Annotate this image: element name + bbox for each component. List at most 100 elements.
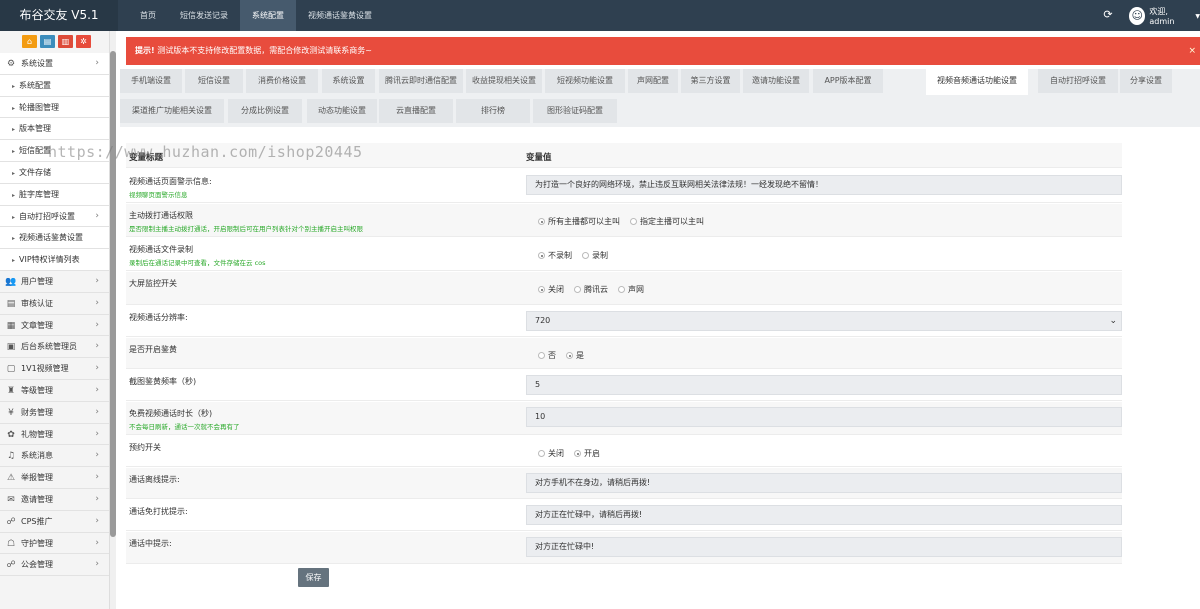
tab[interactable]: 第三方设置 xyxy=(681,69,740,93)
resolution-select[interactable]: 720 ⌄ xyxy=(526,311,1122,331)
radio-option[interactable]: 是 xyxy=(566,350,584,361)
refresh-icon[interactable]: ⟳ xyxy=(1102,9,1114,21)
tab[interactable]: 云直播配置 xyxy=(379,99,453,123)
sidebar-item[interactable]: ⚠ 举报管理 › xyxy=(0,467,109,489)
avatar[interactable]: ☺ xyxy=(1129,7,1146,25)
radio-option[interactable]: 不录制 xyxy=(538,250,572,261)
radio-option[interactable]: 所有主播都可以主叫 xyxy=(538,216,620,227)
radio-option[interactable]: 关闭 xyxy=(538,284,564,295)
radio-button[interactable] xyxy=(574,286,581,293)
radio-button[interactable] xyxy=(538,252,545,259)
radio-button[interactable] xyxy=(574,450,581,457)
tab[interactable]: 图形验证码配置 xyxy=(533,99,617,123)
radio-option[interactable]: 开启 xyxy=(574,448,600,459)
radio-option[interactable]: 腾讯云 xyxy=(574,284,608,295)
users-icon: 👥 xyxy=(5,276,17,287)
sidebar-item[interactable]: ▤ 审核认证 › xyxy=(0,293,109,315)
caret-right-icon: ▸ xyxy=(12,169,16,177)
radio-button[interactable] xyxy=(538,450,545,457)
topnav-item[interactable]: 短信发送记录 xyxy=(168,0,240,31)
tab[interactable]: 邀请功能设置 xyxy=(743,69,809,93)
sidebar-item[interactable]: ☍ CPS推广 › xyxy=(0,511,109,533)
text-input[interactable]: 对方手机不在身边，请稍后再拨! xyxy=(526,473,1122,493)
text-input[interactable]: 对方正在忙碌中，请稍后再拨! xyxy=(526,505,1122,525)
user-menu[interactable]: ☺ 欢迎, admin ▼ xyxy=(1129,6,1200,26)
form-row: 视频通话分辨率: 720 ⌄ xyxy=(126,306,1122,337)
tab[interactable]: 短视频功能设置 xyxy=(545,69,625,93)
tab[interactable]: 手机端设置 xyxy=(120,69,182,93)
app-title[interactable]: 布谷交友 V5.1 xyxy=(0,0,118,31)
sidebar-item[interactable]: ☖ 守护管理 › xyxy=(0,533,109,555)
tab[interactable]: 消费价格设置 xyxy=(246,69,318,93)
bell-icon: ♫ xyxy=(6,451,16,462)
radio-button[interactable] xyxy=(538,352,545,359)
text-input[interactable]: 5 xyxy=(526,375,1122,395)
tab[interactable]: 视频音频通话功能设置 xyxy=(926,69,1028,95)
sidebar-item[interactable]: 👥 用户管理 › xyxy=(0,271,109,293)
tab[interactable]: 分成比例设置 xyxy=(228,99,302,123)
sidebar-item[interactable]: ▸ 自动打招呼设置 › xyxy=(0,205,109,228)
tab[interactable]: APP版本配置 xyxy=(813,69,883,93)
trash-icon[interactable]: ▥ xyxy=(58,35,73,48)
sidebar-item[interactable]: ¥ 财务管理 › xyxy=(0,402,109,424)
sidebar-item[interactable]: ▸ 轮播图管理 xyxy=(0,96,109,119)
settings-icon[interactable]: ✲ xyxy=(76,35,91,48)
sidebar-item[interactable]: ▸ 版本管理 xyxy=(0,118,109,141)
sidebar-item[interactable]: ▸ 脏字库管理 xyxy=(0,183,109,206)
home-icon[interactable]: ⌂ xyxy=(22,35,37,48)
sidebar-item[interactable]: ▸ 视频通话鉴黄设置 xyxy=(0,227,109,250)
tab[interactable]: 收益提现相关设置 xyxy=(466,69,542,93)
save-button[interactable]: 保存 xyxy=(298,568,329,587)
close-icon[interactable]: × xyxy=(1188,37,1196,65)
sidebar-item[interactable]: ✉ 邀请管理 › xyxy=(0,489,109,511)
radio-button[interactable] xyxy=(538,218,545,225)
radio-option[interactable]: 录制 xyxy=(582,250,608,261)
sidebar-item[interactable]: ✿ 礼物管理 › xyxy=(0,424,109,446)
sidebar-item[interactable]: ☍ 公会管理 › xyxy=(0,554,109,577)
sidebar-item[interactable]: ▸ 系统配置 xyxy=(0,74,109,97)
radio-button[interactable] xyxy=(538,286,545,293)
sidebar-item[interactable]: ▢ 1V1视频管理 › xyxy=(0,358,109,380)
tab[interactable]: 渠道推广功能相关设置 xyxy=(120,99,224,123)
radio-option[interactable]: 关闭 xyxy=(538,448,564,459)
tab[interactable]: 分享设置 xyxy=(1120,69,1172,93)
file-icon[interactable]: ▤ xyxy=(40,35,55,48)
tab[interactable]: 排行榜 xyxy=(456,99,530,123)
scrollbar-thumb[interactable] xyxy=(110,51,116,537)
radio-button[interactable] xyxy=(630,218,637,225)
sidebar-item-label: 系统消息 xyxy=(21,451,53,461)
sidebar-item[interactable]: ♜ 等级管理 › xyxy=(0,380,109,402)
sidebar-item[interactable]: ⚙ 系统设置 › xyxy=(0,53,109,75)
radio-option[interactable]: 声网 xyxy=(618,284,644,295)
tab[interactable]: 腾讯云即时通信配置 xyxy=(379,69,463,93)
tab[interactable]: 自动打招呼设置 xyxy=(1038,69,1118,93)
chevron-right-icon: › xyxy=(95,363,99,374)
user-greeting[interactable]: 欢迎, admin xyxy=(1149,6,1191,26)
radio-option[interactable]: 否 xyxy=(538,350,556,361)
sidebar-item[interactable]: ▸ 文件存储 xyxy=(0,161,109,184)
text-input[interactable]: 10 xyxy=(526,407,1122,427)
tab[interactable]: 系统设置 xyxy=(322,69,375,93)
text-input[interactable]: 对方正在忙碌中! xyxy=(526,537,1122,557)
topnav-item[interactable]: 首页 xyxy=(128,0,168,31)
text-input[interactable]: 为打造一个良好的网络环境，禁止违反互联网相关法律法规！一经发现绝不留情！ xyxy=(526,175,1122,195)
radio-button[interactable] xyxy=(618,286,625,293)
tab[interactable]: 声网配置 xyxy=(628,69,678,93)
topnav-item[interactable]: 系统配置 xyxy=(240,0,296,31)
sidebar-item[interactable]: ▸ VIP特权详情列表 xyxy=(0,249,109,271)
radio-option[interactable]: 指定主播可以主叫 xyxy=(630,216,704,227)
sidebar-item[interactable]: ▦ 文章管理 › xyxy=(0,315,109,337)
sidebar-quick-buttons: ⌂ ▤ ▥ ✲ xyxy=(0,31,109,53)
sidebar-scrollbar[interactable] xyxy=(110,31,116,609)
topnav-item[interactable]: 视频通话鉴黄设置 xyxy=(296,0,384,31)
sidebar: ⌂ ▤ ▥ ✲ ⚙ 系统设置 › ▸ 系统配置 ▸ 轮播图管理 ▸ 版本管理 ▸ 短信配置 ▸ 文件存储 ▸ 脏字… xyxy=(0,31,110,609)
field-label: 视频通话分辨率: xyxy=(129,313,188,322)
tab[interactable]: 短信设置 xyxy=(185,69,243,93)
sidebar-item[interactable]: ▣ 后台系统管理员 › xyxy=(0,336,109,359)
sidebar-item[interactable]: ♫ 系统消息 › xyxy=(0,445,109,468)
radio-button[interactable] xyxy=(582,252,589,259)
tab[interactable]: 动态功能设置 xyxy=(307,99,377,123)
sidebar-item-label: 等级管理 xyxy=(21,385,53,395)
radio-button[interactable] xyxy=(566,352,573,359)
column-header-value: 变量值 xyxy=(526,153,552,163)
